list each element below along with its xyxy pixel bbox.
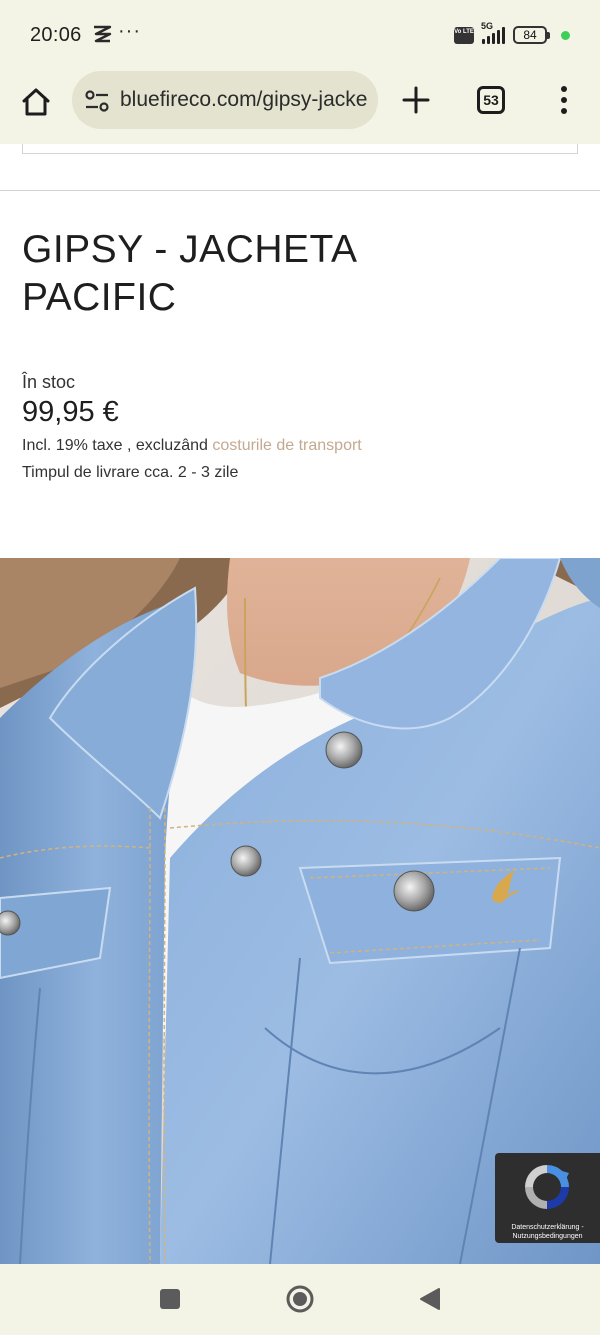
- triangle-back-icon[interactable]: [419, 1287, 441, 1311]
- signal-icon: 5G: [481, 21, 505, 44]
- status-icons: Vo LTE 5G 84: [454, 21, 570, 44]
- square-icon[interactable]: [160, 1289, 180, 1309]
- battery-icon: 84: [513, 26, 550, 44]
- privacy-indicator-icon: [561, 30, 570, 40]
- separator: -: [579, 1224, 584, 1231]
- recaptcha-icon: [519, 1159, 575, 1215]
- status-time: 20:06: [30, 24, 82, 46]
- plus-icon[interactable]: [400, 84, 432, 116]
- more-vert-icon[interactable]: [556, 84, 572, 116]
- tax-text: Incl. 19% taxe , excluzând: [22, 437, 208, 454]
- circle-icon[interactable]: [286, 1285, 314, 1313]
- navigation-bar: [0, 1264, 600, 1335]
- home-icon[interactable]: [18, 84, 54, 120]
- stock-status: În stoc: [22, 372, 76, 392]
- product-title: GIPSY - JACHETA PACIFIC: [22, 228, 356, 319]
- tune-icon[interactable]: [84, 89, 110, 113]
- recaptcha-links: Datenschutzerklärung - Nutzungsbedingung…: [495, 1223, 600, 1241]
- privacy-link[interactable]: Datenschutzerklärung: [511, 1224, 579, 1231]
- tax-info: Incl. 19% taxe , excluzând costurile de …: [22, 437, 362, 455]
- more-notifications-icon: ···: [118, 20, 141, 42]
- tab-switcher-icon[interactable]: 53: [477, 86, 505, 114]
- terms-link[interactable]: Nutzungsbedingungen: [512, 1233, 582, 1240]
- url-text[interactable]: bluefireco.com/gipsy-jacke: [120, 88, 367, 112]
- address-bar[interactable]: bluefireco.com/gipsy-jacke: [72, 71, 378, 129]
- volte-icon: Vo LTE: [454, 26, 474, 44]
- shipping-costs-link[interactable]: costurile de transport: [212, 437, 361, 454]
- delivery-time: Timpul de livrare cca. 2 - 3 zile: [22, 464, 239, 481]
- divider: [0, 190, 600, 191]
- browser-toolbar: bluefireco.com/gipsy-jacke 53: [0, 70, 600, 144]
- app-notification-icon: [92, 25, 114, 48]
- recaptcha-badge[interactable]: Datenschutzerklärung - Nutzungsbedingung…: [495, 1153, 600, 1243]
- page-content: GIPSY - JACHETA PACIFIC În stoc 99,95 € …: [0, 144, 600, 1264]
- header-box-edge: [22, 144, 578, 154]
- network-type: 5G: [481, 21, 494, 31]
- status-bar: 20:06 ··· Vo LTE 5G 84: [0, 0, 600, 70]
- product-price: 99,95 €: [22, 396, 119, 428]
